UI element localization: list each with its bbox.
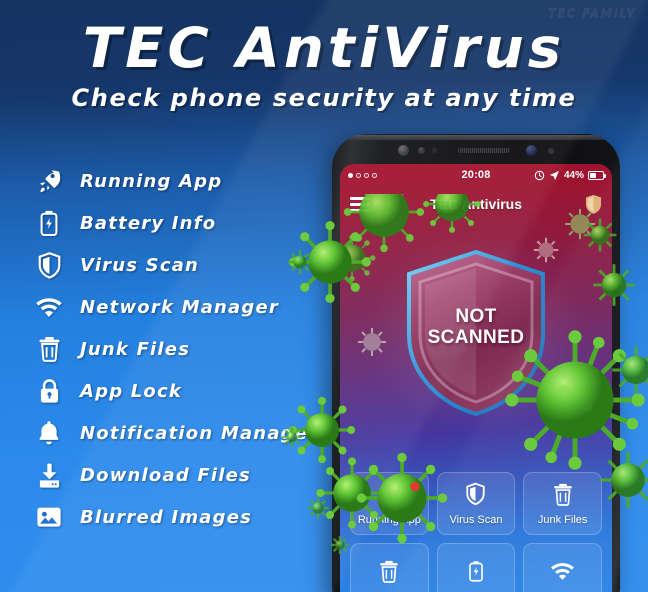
feature-label: Download Files	[80, 464, 251, 486]
earpiece-speaker	[458, 148, 510, 153]
light-sensor-icon	[548, 148, 554, 154]
feature-label: Junk Files	[80, 338, 191, 360]
quick-action-grid: Running App Virus Scan Junk Files	[350, 472, 602, 592]
poster-stage: TEC FAMILY TEC AntiVirus Check phone sec…	[0, 0, 648, 592]
battery-percent: 44%	[564, 169, 585, 181]
page-subtitle: Check phone security at any time	[71, 84, 577, 112]
tile-label: Running App	[357, 514, 421, 526]
alarm-icon	[534, 170, 545, 180]
feature-item-junk-files[interactable]: Junk Files	[34, 328, 334, 370]
signal-dots-icon	[348, 172, 461, 178]
proximity-sensor-icon	[432, 148, 437, 153]
tile-junk-files[interactable]: Junk Files	[523, 472, 602, 535]
tile-network-manager[interactable]	[523, 543, 602, 592]
tile-label: Junk Files	[537, 514, 588, 526]
battery-icon	[34, 208, 64, 238]
trash-icon	[553, 481, 573, 507]
wifi-icon	[34, 292, 64, 322]
phone-bezel-top	[332, 134, 620, 166]
feature-label: Notification Manager	[80, 422, 319, 444]
feature-item-battery-info[interactable]: Battery Info	[34, 202, 334, 244]
status-bar-indicators: 44%	[491, 169, 607, 181]
phone-mockup: 20:08 44% TEC Antivirus	[332, 134, 620, 592]
virus-graphics-background	[340, 194, 595, 357]
feature-label: Running App	[80, 170, 223, 192]
image-icon	[34, 502, 64, 532]
secondary-camera-icon	[418, 147, 425, 154]
tile-running-app[interactable]: Running App	[350, 472, 429, 535]
download-icon	[34, 460, 64, 490]
feature-item-app-lock[interactable]: App Lock	[34, 370, 334, 412]
feature-item-running-app[interactable]: Running App	[34, 160, 334, 202]
rocket-icon	[378, 481, 401, 507]
feature-item-blurred-images[interactable]: Blurred Images	[34, 496, 334, 538]
poster-header: TEC FAMILY TEC AntiVirus Check phone sec…	[0, 0, 648, 128]
rocket-icon	[34, 166, 64, 196]
battery-icon	[588, 170, 607, 180]
feature-item-virus-scan[interactable]: Virus Scan	[34, 244, 334, 286]
feature-label: Network Manager	[80, 296, 279, 318]
iris-scanner-icon	[526, 145, 537, 156]
trash-icon	[379, 558, 399, 584]
phone-screen: 20:08 44% TEC Antivirus	[340, 164, 612, 592]
tile-virus-scan[interactable]: Virus Scan	[436, 472, 516, 535]
feature-item-network-manager[interactable]: Network Manager	[34, 286, 334, 328]
tile-label: Virus Scan	[449, 514, 503, 526]
feature-item-download-files[interactable]: Download Files	[34, 454, 334, 496]
status-bar: 20:08 44%	[340, 164, 612, 186]
lock-icon	[34, 376, 64, 406]
feature-item-notification-manager[interactable]: Notification Manager	[34, 412, 334, 454]
feature-label: App Lock	[80, 380, 183, 402]
feature-label: Virus Scan	[80, 254, 200, 276]
battery-icon	[467, 558, 485, 584]
status-bar-time: 20:08	[461, 169, 491, 181]
shield-icon	[34, 250, 64, 280]
tile-junk-files-secondary[interactable]	[350, 543, 429, 592]
location-icon	[549, 170, 560, 180]
shield-icon	[465, 481, 486, 507]
feature-list: Running App Battery Info Virus Scan Netw…	[34, 160, 334, 538]
tile-battery-info[interactable]	[436, 543, 516, 592]
front-camera-icon	[398, 145, 409, 156]
page-title: TEC AntiVirus	[82, 16, 566, 80]
trash-icon	[34, 334, 64, 364]
feature-label: Battery Info	[80, 212, 217, 234]
wifi-icon	[550, 558, 575, 584]
feature-label: Blurred Images	[80, 506, 253, 528]
bell-icon	[34, 418, 64, 448]
